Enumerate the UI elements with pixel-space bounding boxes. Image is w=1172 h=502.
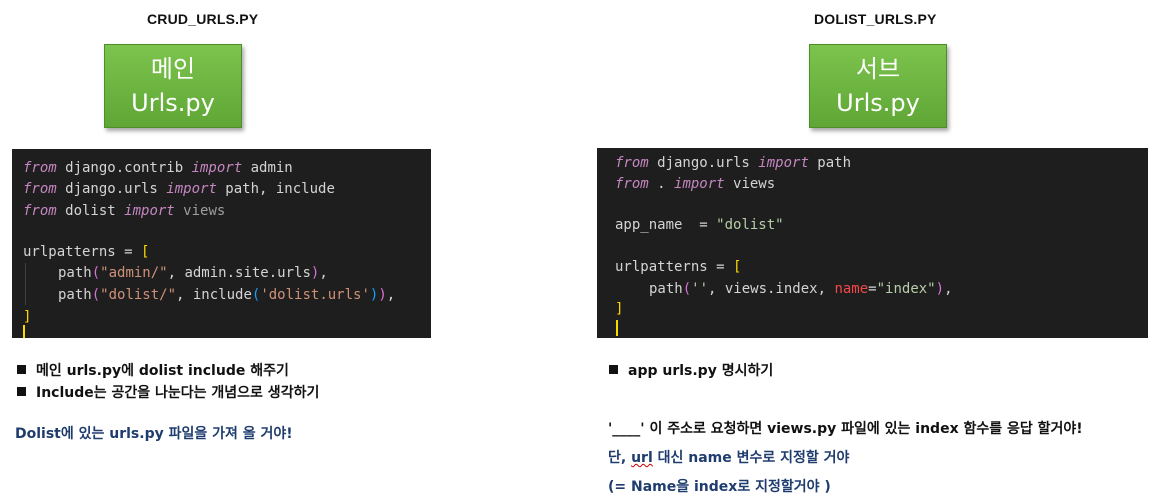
right-code-block: from django.urls import path from . impo…	[597, 148, 1148, 338]
right-code-line-4: app_name = "dolist"	[615, 217, 784, 233]
right-code-line-2: from . import views	[615, 176, 776, 192]
main-urls-box: 메인 Urls.py	[104, 44, 242, 128]
right-bullet-1: app urls.py 명시하기	[609, 360, 773, 380]
left-code-line-3: from dolist import views	[23, 203, 226, 219]
left-code-line-7: path("dolist/", include('dolist.urls')),	[58, 287, 396, 303]
text-cursor	[23, 325, 25, 338]
left-code-line-1: from django.contrib import admin	[23, 160, 293, 176]
right-note-1: '____' 이 주소로 요청하면 views.py 파일에 있는 index …	[608, 421, 1083, 437]
right-code-line-1: from django.urls import path	[615, 155, 852, 171]
right-title: DOLIST_URLS.PY	[814, 11, 937, 27]
main-box-line2: Urls.py	[131, 89, 215, 117]
text-cursor	[616, 320, 618, 336]
right-note-3: (= Name을 index로 지정할거야 )	[608, 479, 831, 495]
sub-box-line1: 서브	[855, 55, 901, 83]
main-box-line1: 메인	[150, 55, 196, 83]
right-note-2: 단, url 대신 name 변수로 지정할 거야	[608, 450, 850, 466]
left-code-line-8: ]	[23, 309, 32, 325]
indent-guide	[25, 263, 26, 305]
left-bullet-1: 메인 urls.py에 dolist include 해주기	[17, 360, 289, 380]
left-code-line-6: path("admin/", admin.site.urls),	[58, 265, 328, 281]
left-note: Dolist에 있는 urls.py 파일을 가져 올 거야!	[15, 426, 293, 442]
sub-box-line2: Urls.py	[836, 89, 920, 117]
right-code-line-6: urlpatterns = [	[615, 259, 742, 275]
left-code-line-2: from django.urls import path, include	[23, 181, 335, 197]
left-title: CRUD_URLS.PY	[147, 11, 259, 27]
left-bullet-2: Include는 공간을 나눈다는 개념으로 생각하기	[17, 382, 319, 402]
right-code-line-8: ]	[615, 301, 624, 317]
right-code-line-7: path('', views.index, name="index"),	[649, 281, 953, 297]
left-code-line-5: urlpatterns = [	[23, 244, 150, 260]
left-code-block: from django.contrib import admin from dj…	[12, 149, 431, 338]
sub-urls-box: 서브 Urls.py	[809, 44, 947, 128]
